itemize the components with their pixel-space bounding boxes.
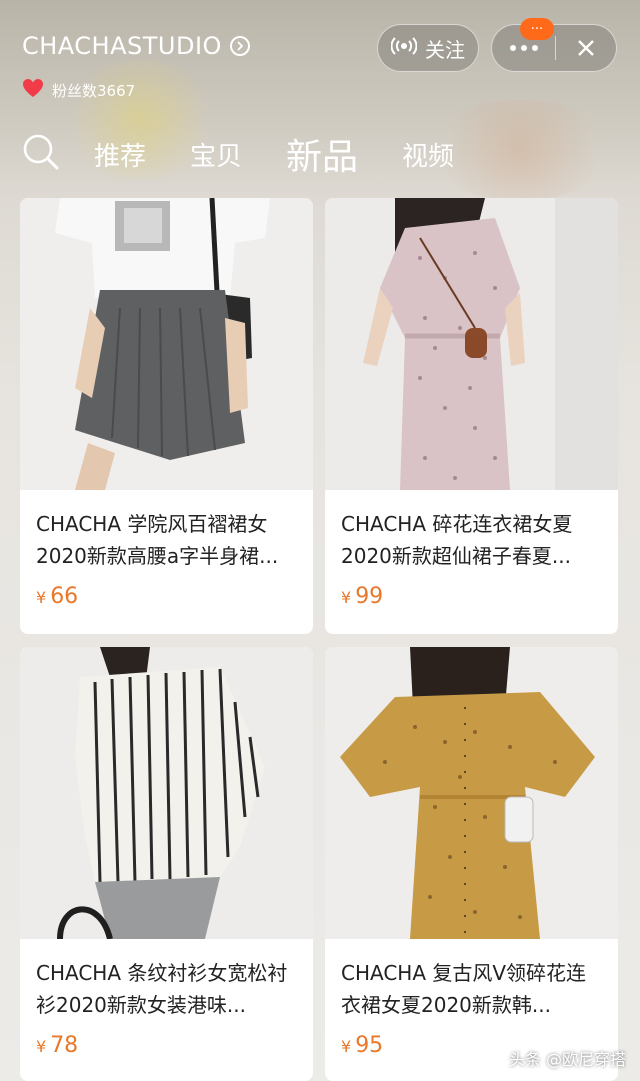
price-value: 78 — [50, 1033, 79, 1058]
store-header[interactable]: CHACHASTUDIO — [22, 32, 250, 60]
product-title[interactable]: CHACHA 复古风V领碎花连衣裙女夏2020新款韩... — [341, 957, 602, 1021]
notification-badge: ··· — [520, 18, 554, 40]
price-value: 66 — [50, 584, 79, 609]
close-icon — [578, 40, 594, 56]
close-button[interactable] — [556, 25, 616, 71]
mini-program-capsule — [491, 24, 617, 72]
tab-bar: 推荐 宝贝 新品 视频 — [22, 126, 498, 182]
tab-recommend[interactable]: 推荐 — [94, 136, 146, 173]
product-card[interactable]: CHACHA 复古风V领碎花连衣裙女夏2020新款韩... ¥95 — [325, 647, 618, 1081]
product-title[interactable]: CHACHA 碎花连衣裙女夏2020新款超仙裙子春夏... — [341, 508, 602, 572]
product-card[interactable]: CHACHA 条纹衬衫女宽松衬衫2020新款女装港味... ¥78 — [20, 647, 313, 1081]
more-icon-dot — [520, 45, 527, 51]
broadcast-icon — [390, 35, 418, 62]
tab-new-arrivals[interactable]: 新品 — [286, 128, 358, 180]
product-price: ¥78 — [36, 1033, 297, 1058]
chevron-right-icon[interactable] — [229, 36, 250, 56]
tab-videos[interactable]: 视频 — [402, 136, 454, 173]
product-image[interactable] — [20, 198, 313, 490]
currency-symbol: ¥ — [341, 1037, 352, 1056]
fans-count: 粉丝数3667 — [52, 81, 136, 100]
price-value: 99 — [355, 584, 384, 609]
product-image[interactable] — [325, 198, 618, 490]
product-card[interactable]: CHACHA 碎花连衣裙女夏2020新款超仙裙子春夏... ¥99 — [325, 198, 618, 634]
product-title[interactable]: CHACHA 条纹衬衫女宽松衬衫2020新款女装港味... — [36, 957, 297, 1021]
product-card[interactable]: CHACHA 学院风百褶裙女2020新款高腰a字半身裙... ¥66 — [20, 198, 313, 634]
heart-icon — [22, 78, 44, 102]
product-price: ¥99 — [341, 584, 602, 609]
currency-symbol: ¥ — [341, 588, 352, 607]
product-image[interactable] — [20, 647, 313, 939]
more-icon — [509, 45, 516, 51]
currency-symbol: ¥ — [36, 1037, 47, 1056]
fans-info: 粉丝数3667 — [22, 78, 135, 102]
more-icon-dot — [531, 45, 538, 51]
product-image[interactable] — [325, 647, 618, 939]
follow-label: 关注 — [425, 37, 465, 62]
watermark: 头条 @欧尼穿搭 — [508, 1050, 626, 1069]
product-title[interactable]: CHACHA 学院风百褶裙女2020新款高腰a字半身裙... — [36, 508, 297, 572]
currency-symbol: ¥ — [36, 588, 47, 607]
tab-items[interactable]: 宝贝 — [190, 136, 242, 173]
follow-button[interactable]: 关注 — [377, 24, 479, 72]
product-price: ¥66 — [36, 584, 297, 609]
search-icon[interactable] — [22, 133, 60, 175]
price-value: 95 — [355, 1033, 384, 1058]
store-name[interactable]: CHACHASTUDIO — [22, 32, 222, 60]
